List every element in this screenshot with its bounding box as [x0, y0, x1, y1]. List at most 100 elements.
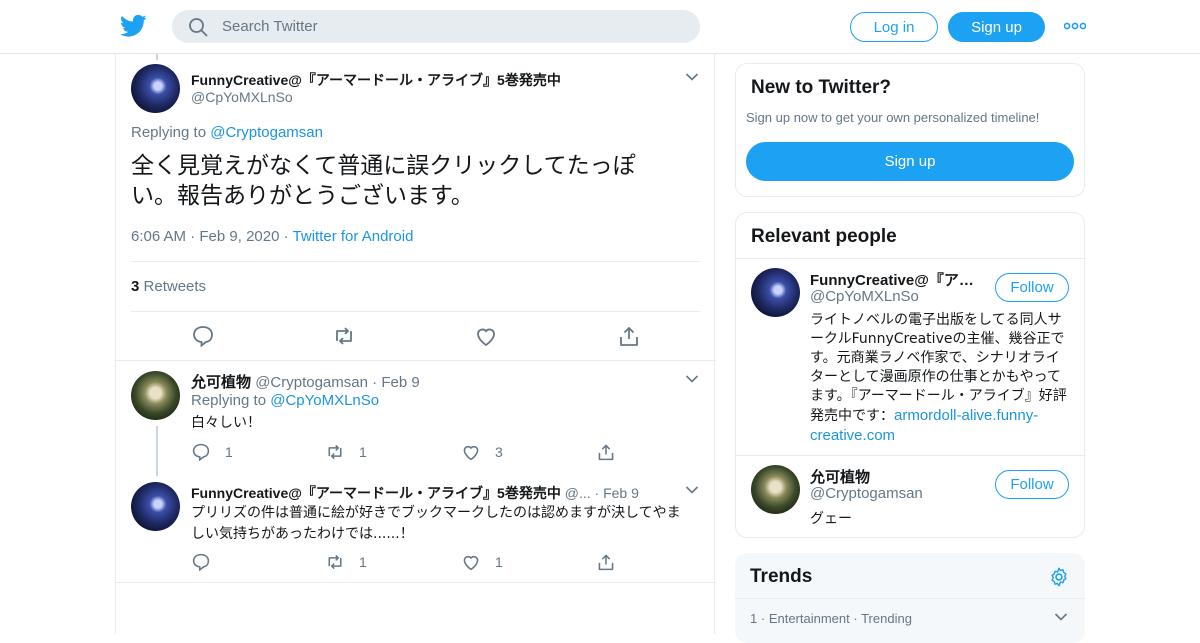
author-handle[interactable]: @... [565, 485, 591, 501]
card-title: Trends [750, 566, 813, 587]
divider [735, 598, 1085, 599]
card-title: New to Twitter? [751, 77, 892, 98]
person-bio: ライトノベルの電子出版をしてる同人サークルFunnyCreativeの主催、幾谷… [810, 311, 1072, 446]
search-box[interactable] [172, 10, 700, 43]
reply-button[interactable]: 1 [191, 443, 233, 461]
separator-dot: · [853, 611, 862, 626]
retweet-stats-label: Retweets [143, 278, 207, 295]
signup-button[interactable]: Sign up [746, 142, 1074, 181]
avatar[interactable] [751, 465, 800, 514]
like-icon[interactable] [474, 325, 498, 347]
replying-to: Replying to @Cryptogamsan [131, 124, 323, 141]
chevron-down-icon[interactable] [685, 72, 699, 82]
gear-icon[interactable] [1048, 566, 1070, 588]
reply-icon [192, 553, 210, 571]
avatar[interactable] [131, 64, 180, 113]
thread-connector [156, 426, 158, 476]
reply-header: FunnyCreative@『アーマードール・アライブ』5巻発売中 @... ·… [191, 483, 671, 503]
signup-button[interactable]: Sign up [948, 12, 1045, 42]
tweet-date[interactable]: Feb 9 [603, 485, 639, 501]
like-icon [463, 445, 479, 461]
reply-header: 允可植物 @Cryptogamsan · Feb 9 [191, 371, 420, 392]
person-handle[interactable]: @CpYoMXLnSo [810, 288, 919, 305]
top-navigation-bar: Log in Sign up [0, 0, 1200, 54]
reply-button[interactable] [191, 553, 225, 571]
divider [116, 582, 716, 583]
retweet-count: 3 [131, 278, 140, 295]
tweet-date[interactable]: Feb 9, 2020 [199, 228, 279, 245]
share-icon[interactable] [596, 553, 616, 571]
tweet-text: プリリズの件は普通に絵が好きでブックマークしたのは認めますが決してやましい気持ち… [191, 505, 681, 542]
divider [131, 311, 700, 312]
like-button[interactable]: 3 [461, 443, 503, 461]
avatar[interactable] [751, 268, 800, 317]
follow-button[interactable]: Follow [995, 273, 1069, 302]
tweet-client-link[interactable]: Twitter for Android [293, 228, 414, 245]
card-title: Relevant people [751, 226, 897, 247]
retweet-button[interactable]: 1 [325, 553, 367, 571]
like-icon [463, 555, 479, 571]
chevron-down-icon[interactable] [1054, 612, 1068, 622]
author-name[interactable]: FunnyCreative@『アーマードール・アライブ』5巻発売中 [191, 485, 561, 501]
retweet-count: 1 [359, 554, 367, 570]
divider [736, 258, 1084, 259]
twitter-bird-icon[interactable] [120, 14, 147, 38]
retweet-stats[interactable]: 3 Retweets [131, 278, 206, 295]
divider [736, 455, 1084, 456]
author-handle[interactable]: @Cryptogamsan [255, 374, 368, 391]
search-input[interactable] [222, 18, 682, 35]
reply-icon [192, 443, 210, 461]
replying-to-link[interactable]: @Cryptogamsan [210, 124, 323, 141]
person-handle[interactable]: @Cryptogamsan [810, 485, 923, 502]
replying-label: Replying to [191, 392, 267, 409]
trend-rank: 1 [750, 611, 758, 626]
author-name[interactable]: 允可植物 [191, 374, 251, 391]
tweet-thread-column: FunnyCreative@『アーマードール・アライブ』5巻発売中 @CpYoM… [115, 54, 716, 634]
trend-item-meta[interactable]: 1 · Entertainment · Trending [750, 611, 912, 626]
chevron-down-icon[interactable] [685, 374, 699, 384]
person-name[interactable]: 允可植物 [810, 466, 870, 487]
thread-connector [156, 54, 158, 60]
tweet-text: 全く見覚えがなくて普通に誤クリックしてたっぽい。報告ありがとうございます。 [131, 153, 636, 209]
search-icon [189, 17, 208, 36]
share-icon[interactable] [596, 443, 616, 461]
retweet-icon [328, 444, 342, 460]
retweet-icon[interactable] [332, 325, 356, 347]
avatar[interactable] [131, 482, 180, 531]
trend-category: Entertainment [768, 611, 850, 626]
like-button[interactable]: 1 [461, 553, 503, 571]
tweet-meta: 6:06 AM · Feb 9, 2020 · Twitter for Andr… [131, 228, 413, 245]
more-icon[interactable] [1064, 20, 1086, 32]
reply-count: 1 [225, 444, 233, 460]
login-button[interactable]: Log in [850, 12, 938, 42]
divider [131, 261, 700, 262]
retweet-button[interactable]: 1 [325, 443, 367, 461]
reply-icon[interactable] [191, 325, 215, 347]
tweet-time[interactable]: 6:06 AM [131, 228, 186, 245]
trend-label: Trending [861, 611, 912, 626]
separator-dot: · [760, 611, 769, 626]
person-name[interactable]: FunnyCreative@『ア… [810, 269, 974, 290]
tweet-text: 白々しい！ [191, 415, 261, 431]
avatar[interactable] [131, 371, 180, 420]
author-name[interactable]: FunnyCreative@『アーマードール・アライブ』5巻発売中 [191, 70, 561, 90]
separator-dot: · [594, 485, 604, 501]
retweet-icon [328, 554, 342, 570]
share-icon[interactable] [617, 325, 641, 347]
new-to-twitter-card: New to Twitter? Sign up now to get your … [735, 63, 1085, 197]
separator-dot: · [372, 374, 382, 391]
like-count: 1 [495, 554, 503, 570]
replying-to-link[interactable]: @CpYoMXLnSo [270, 392, 379, 409]
like-count: 3 [495, 444, 503, 460]
relevant-people-card: Relevant people FunnyCreative@『ア… @CpYoM… [735, 212, 1085, 538]
separator-dot: · [283, 228, 293, 245]
follow-button[interactable]: Follow [995, 470, 1069, 499]
chevron-down-icon[interactable] [685, 485, 699, 495]
person-bio: グェー [810, 511, 852, 527]
replying-label: Replying to [131, 124, 207, 141]
retweet-count: 1 [359, 444, 367, 460]
card-subtitle: Sign up now to get your own personalized… [746, 110, 1040, 125]
tweet-date[interactable]: Feb 9 [381, 374, 419, 391]
author-handle[interactable]: @CpYoMXLnSo [191, 89, 293, 105]
replying-to: Replying to @CpYoMXLnSo [191, 392, 379, 409]
